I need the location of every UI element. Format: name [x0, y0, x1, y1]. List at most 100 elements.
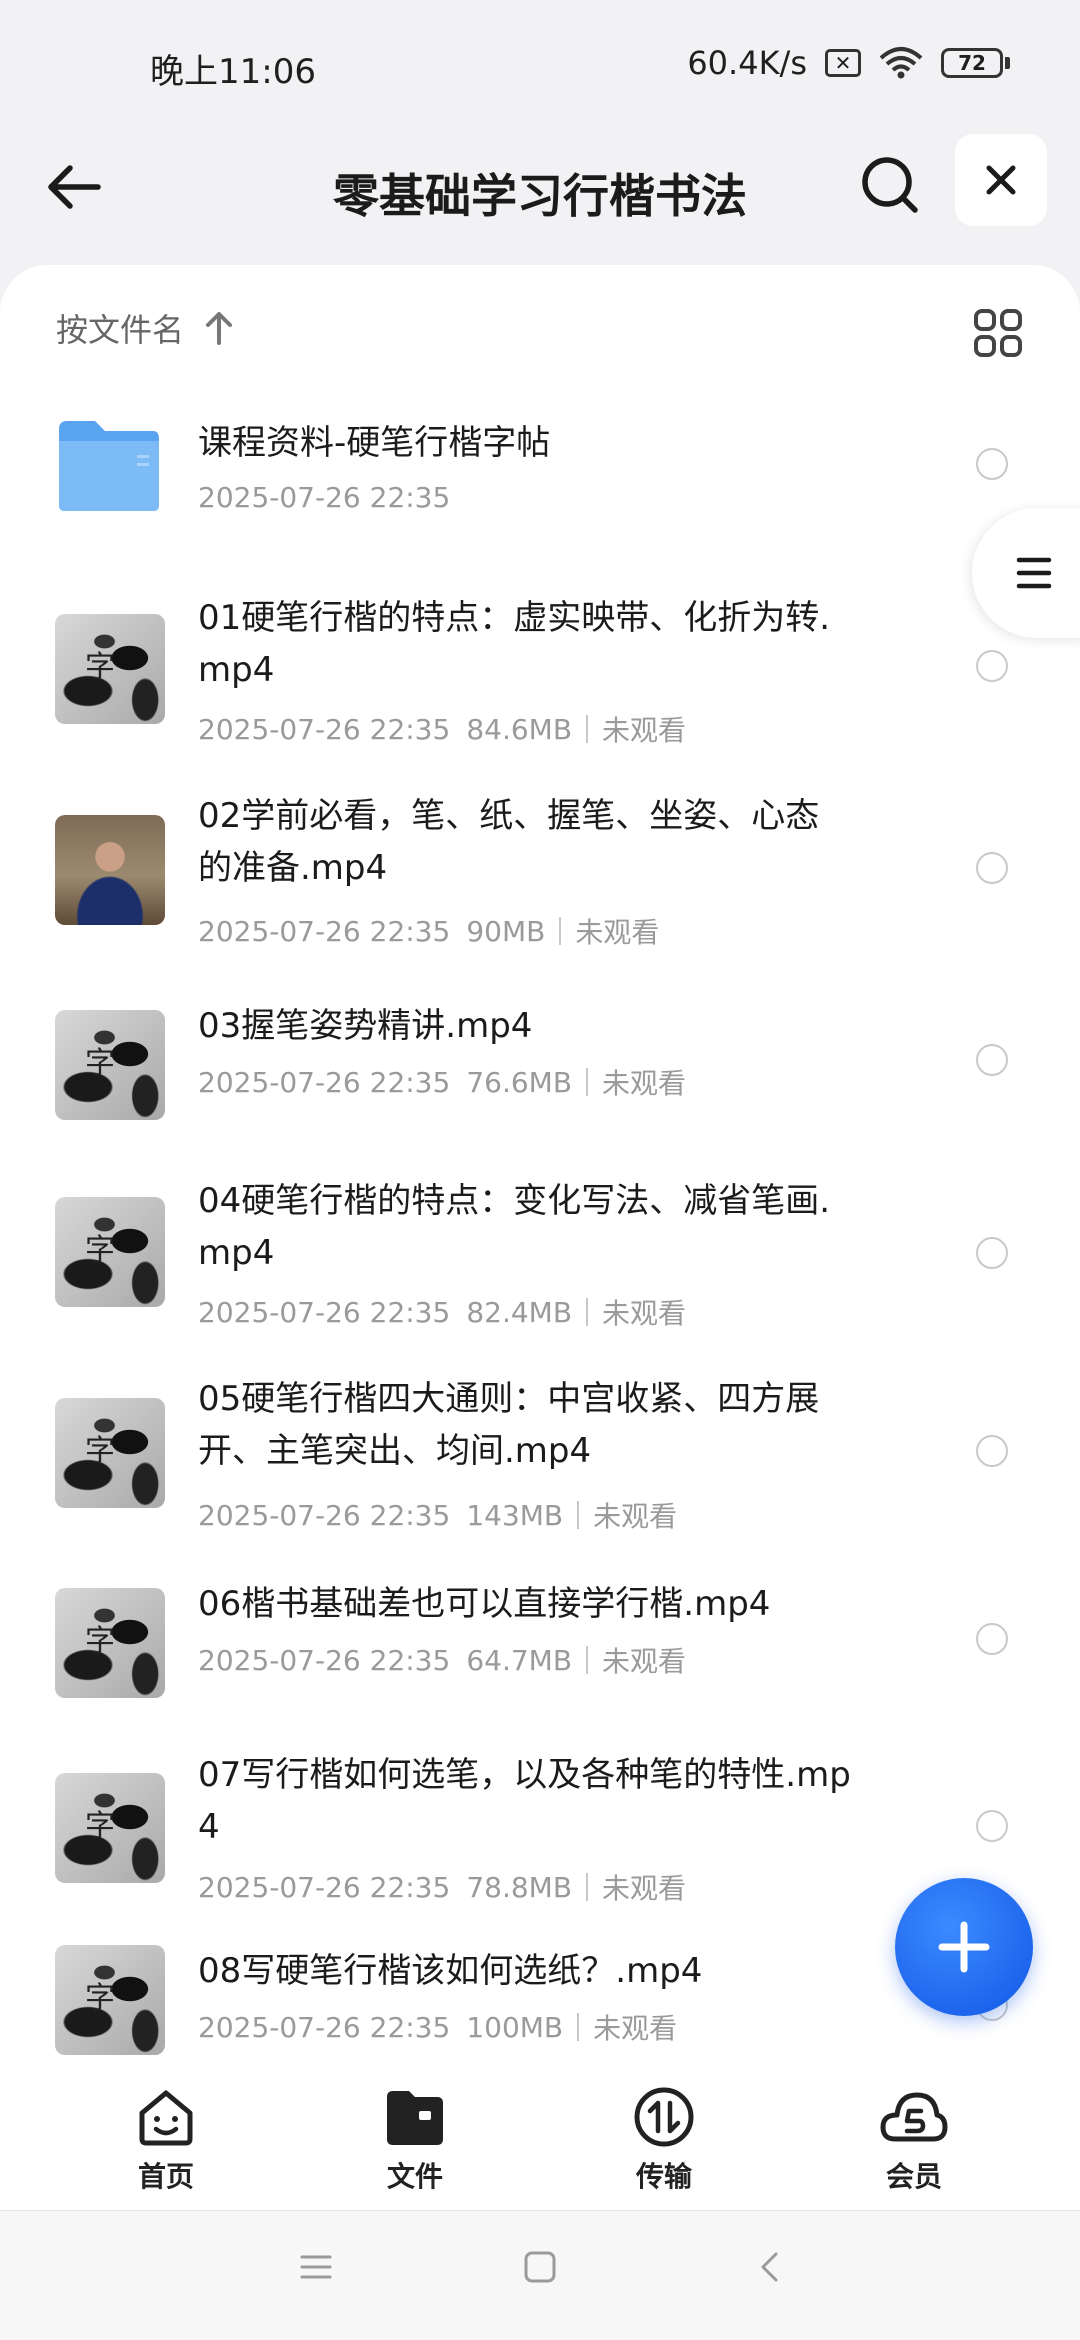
file-meta: 2025-07-26 22:35 76.6MB 未观看	[198, 1062, 686, 1102]
recent-apps-icon[interactable]	[298, 2249, 334, 2285]
video-thumbnail: 字	[55, 1945, 165, 2055]
file-date: 2025-07-26 22:35	[198, 1065, 451, 1099]
video-thumbnail: 字	[55, 1773, 165, 1883]
nav-label: 传输	[635, 2160, 692, 2193]
network-speed: 60.4K/s	[687, 44, 807, 82]
plus-icon	[938, 1921, 990, 1973]
home-square-icon[interactable]	[522, 2249, 558, 2285]
select-checkbox[interactable]	[976, 1237, 1008, 1269]
file-size: 143MB	[466, 1498, 564, 1532]
nav-label: 文件	[386, 2160, 443, 2193]
file-meta: 2025-07-26 22:35 90MB 未观看	[198, 911, 659, 951]
file-meta: 2025-07-26 22:35 78.8MB 未观看	[198, 1867, 686, 1907]
sort-ascending-icon	[206, 312, 233, 345]
file-size: 78.8MB	[466, 1870, 573, 1904]
video-thumbnail: 字	[55, 1398, 165, 1508]
vip-cloud-icon	[880, 2092, 948, 2142]
nav-label: 首页	[137, 2160, 194, 2193]
select-checkbox[interactable]	[976, 448, 1008, 480]
file-size: 64.7MB	[466, 1643, 573, 1677]
system-navigation-bar	[0, 2210, 1080, 2340]
file-meta: 2025-07-26 22:35 143MB 未观看	[198, 1495, 677, 1535]
file-meta: 2025-07-26 22:35 64.7MB 未观看	[198, 1640, 686, 1680]
file-date: 2025-07-26 22:35	[198, 1295, 451, 1329]
file-date: 2025-07-26 22:35	[198, 481, 451, 514]
status-time: 晚上11:06	[150, 52, 316, 92]
file-name: 01硬笔行楷的特点：虚实映带、化折为转. mp4	[198, 598, 831, 690]
select-checkbox[interactable]	[976, 650, 1008, 682]
file-date: 2025-07-26 22:35	[198, 914, 451, 948]
list-item[interactable]: 字 01硬笔行楷的特点：虚实映带、化折为转. mp4 2025-07-26 22:…	[0, 587, 1080, 777]
file-name: 07写行楷如何选笔，以及各种笔的特性.mp 4	[198, 1755, 851, 1847]
grid-view-icon	[974, 309, 1022, 357]
file-name: 06楷书基础差也可以直接学行楷.mp4	[198, 1584, 771, 1624]
file-name: 02学前必看，笔、纸、握笔、坐姿、心态 的准备.mp4	[198, 796, 820, 888]
file-date: 2025-07-26 22:35	[198, 712, 451, 746]
folder-icon	[387, 2091, 443, 2145]
top-app-bar: 零基础学习行楷书法	[0, 130, 1080, 260]
sort-label: 按文件名	[56, 311, 185, 349]
watch-status: 未观看	[602, 714, 687, 747]
video-thumbnail: 字	[55, 614, 165, 724]
watch-status: 未观看	[575, 916, 660, 949]
select-checkbox[interactable]	[976, 1044, 1008, 1076]
back-triangle-icon[interactable]	[752, 2249, 788, 2285]
menu-icon	[1016, 557, 1052, 589]
file-date: 2025-07-26 22:35	[198, 2010, 451, 2044]
watch-status: 未观看	[593, 1500, 678, 1533]
sort-control[interactable]: 按文件名	[56, 305, 234, 351]
file-size: 100MB	[466, 2010, 564, 2044]
file-name: 04硬笔行楷的特点：变化写法、减省笔画. mp4	[198, 1181, 831, 1273]
video-thumbnail	[55, 815, 165, 925]
grid-view-button[interactable]	[970, 305, 1026, 361]
list-item[interactable]: 字 05硬笔行楷四大通则：中宫收紧、四方展 开、主笔突出、均间.mp4 2025-…	[0, 1373, 1080, 1563]
file-size: 84.6MB	[466, 712, 573, 746]
file-meta: 2025-07-26 22:35 82.4MB 未观看	[198, 1292, 686, 1332]
video-thumbnail: 字	[55, 1588, 165, 1698]
watch-status: 未观看	[593, 2012, 678, 2045]
video-thumbnail: 字	[55, 1010, 165, 1120]
list-item[interactable]: 02学前必看，笔、纸、握笔、坐姿、心态 的准备.mp4 2025-07-26 22…	[0, 790, 1080, 980]
file-date: 2025-07-26 22:35	[198, 1870, 451, 1904]
battery-level: 72	[941, 48, 1003, 78]
file-date: 2025-07-26 22:35	[198, 1643, 451, 1677]
search-button[interactable]	[855, 150, 925, 220]
wifi-icon	[879, 47, 923, 79]
status-bar: 晚上11:06 60.4K/s ✕ 72	[0, 0, 1080, 130]
home-face-icon	[139, 2090, 193, 2146]
nav-item-files[interactable]: 文件	[345, 2085, 485, 2195]
list-item[interactable]: 字 06楷书基础差也可以直接学行楷.mp4 2025-07-26 22:35 6…	[0, 1570, 1080, 1730]
file-name: 08写硬笔行楷该如何选纸？.mp4	[198, 1951, 703, 1991]
select-checkbox[interactable]	[976, 1435, 1008, 1467]
list-item[interactable]: 字 03握笔姿势精讲.mp4 2025-07-26 22:35 76.6MB 未…	[0, 990, 1080, 1150]
file-size: 76.6MB	[466, 1065, 573, 1099]
transfer-icon	[634, 2087, 694, 2147]
close-icon	[986, 165, 1016, 195]
file-list-panel: 按文件名 课程资料-硬笔行楷字帖 2025-07-26 22:35 字 01硬笔…	[0, 265, 1080, 2075]
list-item-folder[interactable]: 课程资料-硬笔行楷字帖 2025-07-26 22:35	[0, 405, 1080, 565]
folder-icon	[55, 415, 165, 525]
battery-icon: 72	[941, 48, 1010, 78]
nav-item-vip[interactable]: 会员	[844, 2085, 984, 2195]
watch-status: 未观看	[602, 1067, 687, 1100]
list-item[interactable]: 字 04硬笔行楷的特点：变化写法、减省笔画. mp4 2025-07-26 22:…	[0, 1170, 1080, 1360]
file-date: 2025-07-26 22:35	[198, 1498, 451, 1532]
watch-status: 未观看	[602, 1645, 687, 1678]
file-size: 82.4MB	[466, 1295, 573, 1329]
nav-item-home[interactable]: 首页	[96, 2085, 236, 2195]
file-meta: 2025-07-26 22:35 100MB 未观看	[198, 2007, 677, 2047]
nav-item-transfer[interactable]: 传输	[594, 2085, 734, 2195]
close-button[interactable]	[955, 134, 1047, 226]
select-checkbox[interactable]	[976, 1623, 1008, 1655]
status-indicators: 60.4K/s ✕ 72	[687, 44, 1010, 82]
file-size: 90MB	[466, 914, 546, 948]
file-name: 课程资料-硬笔行楷字帖	[198, 423, 551, 463]
add-button[interactable]	[895, 1878, 1033, 2016]
select-checkbox[interactable]	[976, 1810, 1008, 1842]
watch-status: 未观看	[602, 1872, 687, 1905]
select-checkbox[interactable]	[976, 852, 1008, 884]
bottom-navigation: 首页 文件 传输 会员	[0, 2075, 1080, 2210]
search-icon	[862, 157, 918, 213]
file-meta: 2025-07-26 22:35 84.6MB 未观看	[198, 709, 686, 749]
nav-label: 会员	[885, 2160, 942, 2193]
